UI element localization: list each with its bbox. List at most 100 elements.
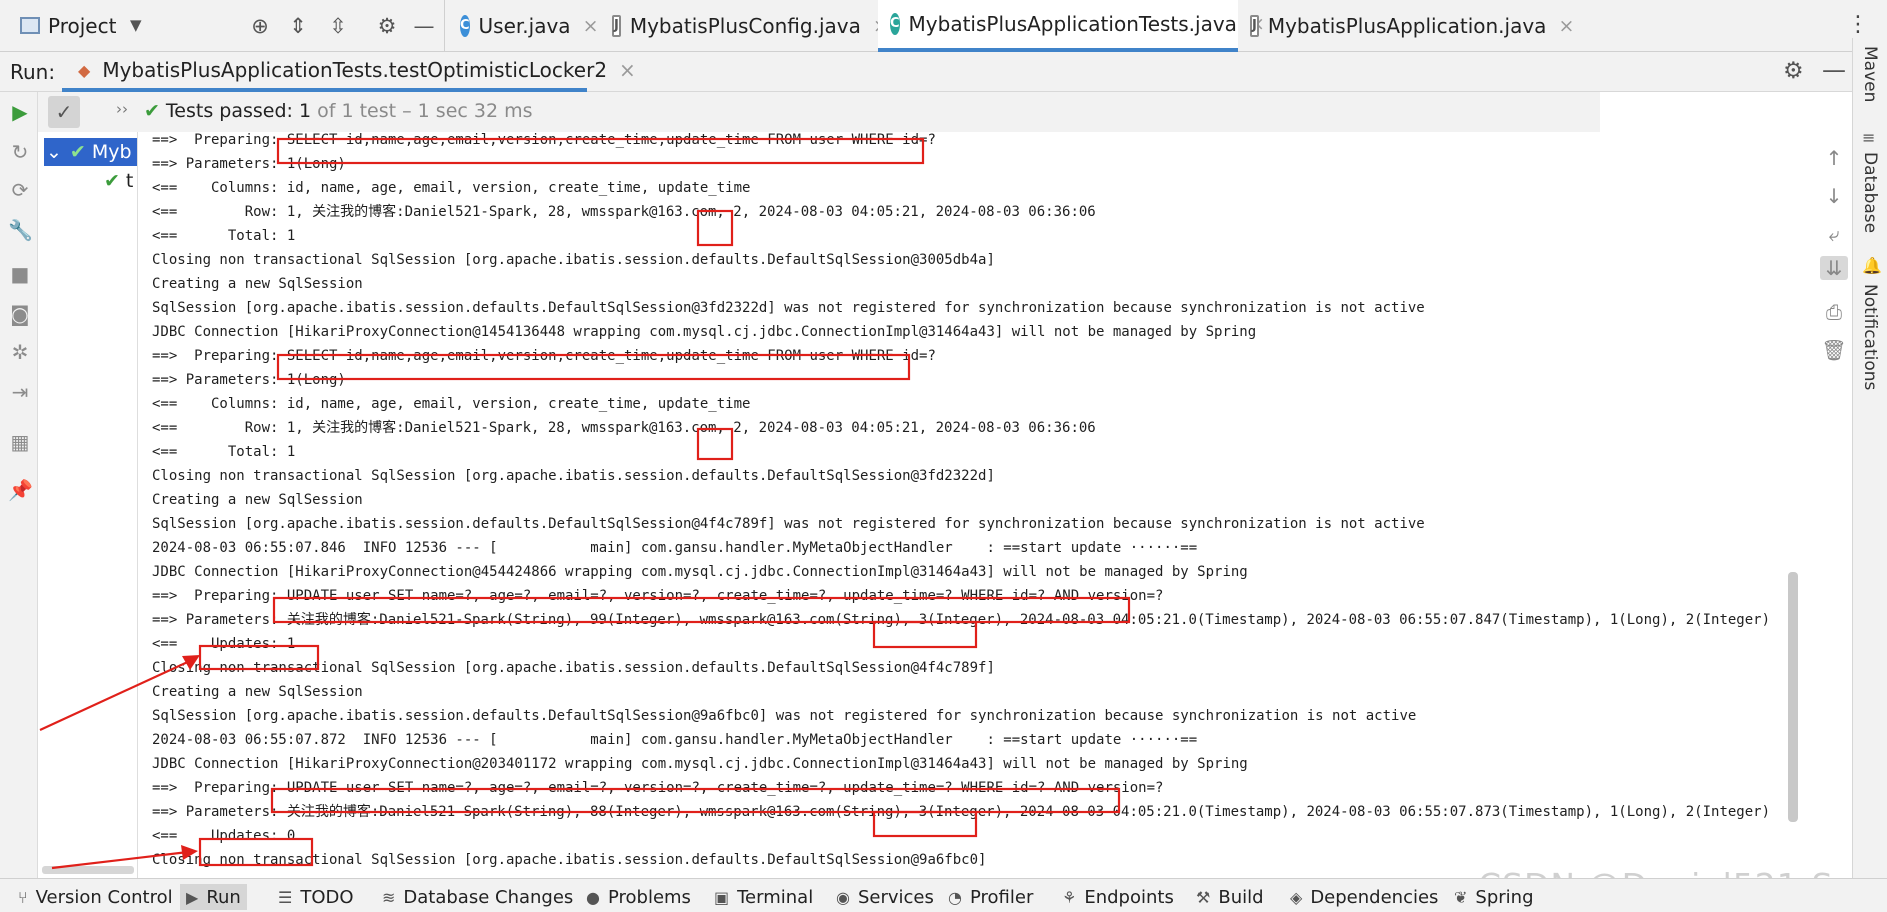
tab-label: User.java xyxy=(478,14,571,38)
pin-icon[interactable]: 📌 xyxy=(8,478,33,502)
console-line: <== Total: 1 xyxy=(152,444,296,460)
soft-wrap-icon[interactable]: ⤶ xyxy=(1820,222,1848,246)
project-title: Project xyxy=(48,14,117,38)
wrench-icon[interactable]: 🔧 xyxy=(8,218,33,242)
vertical-scrollbar[interactable] xyxy=(1788,572,1798,822)
tool-todo[interactable]: ☰ TODO xyxy=(272,884,360,910)
tree-row-label: t xyxy=(125,170,134,192)
run-configuration-tab[interactable]: ◆ MybatisPlusApplicationTests.testOptimi… xyxy=(62,52,636,92)
console-line: Closing non transactional SqlSession [or… xyxy=(152,252,995,268)
console-line: <== Total: 1 xyxy=(152,228,296,244)
layout-icon[interactable]: ▦ xyxy=(8,430,32,454)
check-icon: ✔ xyxy=(104,170,120,192)
notifications-tool-button[interactable]: Notifications xyxy=(1860,284,1880,390)
test-tree: ⌄ ✔ Myb ✔ t xyxy=(38,132,138,878)
console-line: SqlSession [org.apache.ibatis.session.de… xyxy=(152,708,1417,724)
expand-all-icon[interactable]: ⇕ xyxy=(284,12,312,40)
console-line: <== Row: 1, 关注我的博客:Daniel521-Spark, 28, … xyxy=(152,204,1096,220)
console-line: <== Columns: id, name, age, email, versi… xyxy=(152,396,751,412)
console-line: Closing non transactional SqlSession [or… xyxy=(152,660,995,676)
more-options-icon[interactable]: ⋮ xyxy=(1847,12,1869,37)
show-passed-icon[interactable]: ✓ xyxy=(48,96,80,128)
arrow-up-icon[interactable]: ↑ xyxy=(1820,146,1848,170)
gear-icon[interactable]: ⚙ xyxy=(373,12,401,40)
tool-label: Profiler xyxy=(969,886,1034,908)
tool-build[interactable]: ⚒ Build xyxy=(1190,884,1270,910)
minimize-icon[interactable]: — xyxy=(410,12,438,40)
rerun-failed-icon[interactable]: ↻ xyxy=(8,140,32,164)
tests-passed-count: 1 xyxy=(298,100,312,122)
camera-icon[interactable]: ◙ xyxy=(8,302,32,326)
console-line: SqlSession [org.apache.ibatis.session.de… xyxy=(152,300,1425,316)
tab-mybatisplusconfig-java[interactable]: J MybatisPlusConfig.java × xyxy=(600,0,889,52)
maven-tool-button[interactable]: Maven xyxy=(1860,46,1880,102)
horizontal-scrollbar[interactable] xyxy=(42,866,134,874)
toggle-auto-test-icon[interactable]: ⟳ xyxy=(8,178,32,202)
tab-mybatisplusapplication-java[interactable]: J MybatisPlusApplication.java × xyxy=(1238,0,1574,52)
database-icon: ≡ xyxy=(1862,128,1876,147)
tool-profiler[interactable]: ◔ Profiler xyxy=(942,884,1039,910)
console-line: <== Updates: 1 xyxy=(152,636,296,652)
database-icon: ≋ xyxy=(382,887,396,907)
tab-mybatisplusapplicationtests-java[interactable]: C MybatisPlusApplicationTests.java × xyxy=(878,0,1265,52)
tab-user-java[interactable]: C User.java × xyxy=(448,0,599,52)
stop-icon[interactable]: ■ xyxy=(8,262,32,286)
console-line: ==> Parameters: 1(Long) xyxy=(152,156,346,172)
tab-label: MybatisPlusConfig.java xyxy=(629,14,861,38)
console-line: ==> Preparing: UPDATE user SET name=?, a… xyxy=(152,588,1164,604)
tool-label: Run xyxy=(206,886,241,908)
expand-icon[interactable]: ›› xyxy=(116,100,128,118)
console-line: Creating a new SqlSession xyxy=(152,492,363,508)
import-icon[interactable]: ⇥ xyxy=(8,380,32,404)
tool-spring[interactable]: ❦ Spring xyxy=(1448,884,1540,910)
close-icon[interactable]: × xyxy=(583,15,599,37)
print-icon[interactable]: ⎙ xyxy=(1820,300,1848,324)
check-icon: ✔ xyxy=(144,100,160,122)
services-icon: ◉ xyxy=(836,887,850,907)
arrow-down-icon[interactable]: ↓ xyxy=(1820,184,1848,208)
profiler-icon: ◔ xyxy=(948,887,962,907)
database-tool-button[interactable]: Database xyxy=(1860,152,1880,233)
tool-version-control[interactable]: ⑂ Version Control xyxy=(12,884,179,910)
tool-database-changes[interactable]: ≋ Database Changes xyxy=(376,884,579,910)
tree-row-test-method[interactable]: ✔ t xyxy=(104,170,133,192)
console-line: JDBC Connection [HikariProxyConnection@2… xyxy=(152,756,1248,772)
locate-icon[interactable]: ⊕ xyxy=(246,12,274,40)
tool-dependencies[interactable]: ◈ Dependencies xyxy=(1284,884,1444,910)
console-line: Closing non transactional SqlSession [or… xyxy=(152,468,995,484)
console-line: 2024-08-03 06:55:07.846 INFO 12536 --- [… xyxy=(152,540,1198,556)
console-line: ==> Preparing: SELECT id,name,age,email,… xyxy=(152,132,936,148)
console-line: ==> Parameters: 关注我的博客:Daniel521-Spark(S… xyxy=(152,804,1771,820)
tool-run[interactable]: ▶ Run xyxy=(180,884,247,910)
run-left-toolbar: ▶ ↻ ⟳ 🔧 ■ ◙ ✲ ⇥ ▦ 📌 xyxy=(0,92,38,878)
tool-label: TODO xyxy=(300,886,354,908)
run-tool-window-header: Run: ◆ MybatisPlusApplicationTests.testO… xyxy=(0,52,1852,92)
trash-icon[interactable]: 🗑 xyxy=(1820,338,1848,362)
project-pane-header[interactable]: Project ▼ ⊕ ⇕ ⇳ ⚙ — xyxy=(0,0,445,52)
scroll-to-end-icon[interactable]: ⇊ xyxy=(1820,256,1848,280)
debug-icon[interactable]: ✲ xyxy=(8,340,32,364)
close-icon[interactable]: × xyxy=(619,58,636,82)
chevron-down-icon[interactable]: ⌄ xyxy=(46,141,62,163)
tool-problems[interactable]: ● Problems xyxy=(580,884,697,910)
spring-leaf-icon: ❦ xyxy=(1454,887,1468,907)
minimize-icon[interactable]: — xyxy=(1822,56,1846,84)
console-line: JDBC Connection [HikariProxyConnection@1… xyxy=(152,324,1257,340)
tool-services[interactable]: ◉ Services xyxy=(830,884,940,910)
tool-terminal[interactable]: ▣ Terminal xyxy=(708,884,819,910)
console-output[interactable]: ==> Preparing: SELECT id,name,age,email,… xyxy=(138,132,1800,878)
chevron-down-icon[interactable]: ▼ xyxy=(130,16,142,34)
problems-icon: ● xyxy=(586,887,600,907)
console-toolbar: ↑ ↓ ⤶ ⇊ ⎙ 🗑 xyxy=(1816,132,1852,432)
project-icon xyxy=(20,17,40,34)
run-config-icon: ◆ xyxy=(78,60,91,80)
tool-endpoints[interactable]: ⚘ Endpoints xyxy=(1056,884,1180,910)
collapse-all-icon[interactable]: ⇳ xyxy=(324,12,352,40)
hammer-icon: ⚒ xyxy=(1196,887,1211,907)
console-line: ==> Preparing: SELECT id,name,age,email,… xyxy=(152,348,936,364)
close-icon[interactable]: × xyxy=(1558,15,1574,37)
rerun-icon[interactable]: ▶ xyxy=(8,100,32,124)
gear-icon[interactable]: ⚙ xyxy=(1783,58,1804,84)
editor-tab-bar: Project ▼ ⊕ ⇕ ⇳ ⚙ — C User.java × J Myba… xyxy=(0,0,1887,52)
tree-row-test-class[interactable]: ⌄ ✔ Myb xyxy=(44,138,137,166)
